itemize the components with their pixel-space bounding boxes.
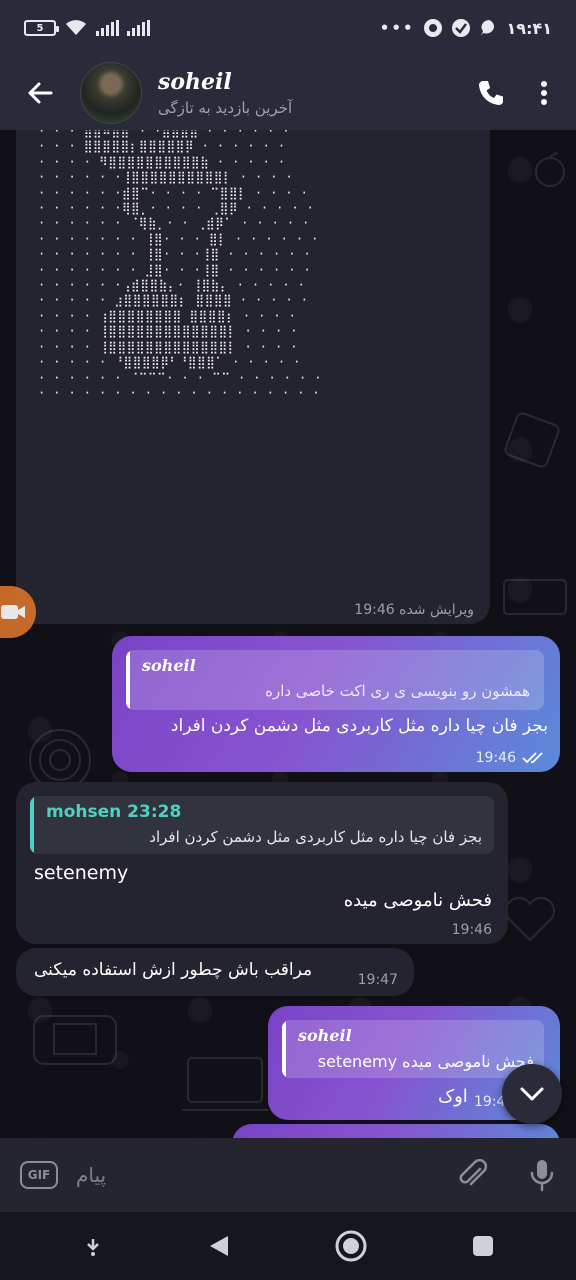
reply-preview[interactable]: mohsen 23:28 بجز فان چیا داره مثل کاربرد…: [30, 796, 494, 854]
back-button[interactable]: [0, 56, 80, 130]
status-bar: 5 ••• ۱۹:۴۱: [0, 0, 576, 56]
hide-keyboard-icon[interactable]: [82, 1235, 104, 1257]
reply-text: بجز فان چیا داره مثل کاربردی مثل دشمن کر…: [149, 828, 482, 846]
message-time: 19:47: [357, 972, 398, 988]
back-nav-icon[interactable]: [208, 1234, 230, 1258]
more-options-icon[interactable]: [540, 80, 548, 106]
home-nav-icon[interactable]: [334, 1229, 368, 1263]
chat-icon: [480, 20, 494, 36]
message-text: بجز فان چیا داره مثل کاربردی مثل دشمن کر…: [170, 716, 548, 736]
message-text: اوک: [438, 1086, 468, 1107]
attachment-icon[interactable]: [458, 1159, 488, 1191]
app-notification-icon: [423, 19, 442, 37]
recents-nav-icon[interactable]: [472, 1235, 494, 1257]
microphone-icon[interactable]: [528, 1158, 556, 1192]
message-input-placeholder: پیام: [76, 1163, 107, 1187]
message-time: 19:46: [451, 922, 492, 938]
status-time: ۱۹:۴۱: [506, 18, 552, 38]
gif-button[interactable]: GIF: [20, 1161, 58, 1189]
message-time: 19:4: [474, 1094, 506, 1110]
wifi-icon: [66, 20, 86, 35]
chat-area[interactable]: · · · ⣿⣿⠿⣿⣿⠁· ·⣿⣿⣿⣿ · · · · · · · · · ⣿⣿…: [0, 130, 576, 1138]
message-time: 19:46: [475, 750, 516, 766]
verified-icon: [451, 19, 470, 37]
background-doodle-icon: [504, 412, 560, 468]
message-meta: ویرایش شده 19:46: [354, 602, 474, 618]
contact-name: soheil: [158, 69, 232, 95]
last-seen-status: آخرین بازدید به تازگی: [158, 99, 293, 117]
incoming-message[interactable]: مراقب باش چطور ازش استفاده میکنی 19:47: [16, 948, 414, 996]
reply-preview[interactable]: soheil فحش ناموصی میده setenemy: [282, 1020, 544, 1078]
background-doodle-icon: [535, 152, 565, 187]
reply-author: mohsen 23:28: [46, 802, 182, 822]
reply-author: soheil: [142, 656, 196, 675]
outgoing-message-partial[interactable]: [232, 1124, 560, 1138]
reply-text: فحش ناموصی میده setenemy: [317, 1052, 534, 1071]
message-text-line2: فحش ناموصی میده: [343, 890, 492, 911]
scroll-down-button[interactable]: [502, 1064, 562, 1124]
arrow-left-icon: [28, 82, 53, 104]
message-input-bar: GIF پیام: [0, 1138, 576, 1212]
ascii-art-message[interactable]: · · · ⣿⣿⠿⣿⣿⠁· ·⣿⣿⣿⣿ · · · · · · · · · ⣿⣿…: [16, 130, 490, 624]
chat-header: soheil آخرین بازدید به تازگی: [0, 56, 576, 130]
background-doodle-icon: [33, 1015, 117, 1065]
system-navigation-bar: [0, 1212, 576, 1280]
outgoing-message[interactable]: soheil همشون رو بنویسی ی ری اکت خاصی دار…: [112, 636, 560, 772]
ascii-art: · · · ⣿⣿⠿⣿⣿⠁· ·⣿⣿⣿⣿ · · · · · · · · · ⣿⣿…: [38, 130, 322, 400]
avatar[interactable]: [80, 62, 142, 124]
signal-icon-2: [127, 20, 150, 36]
background-doodle-icon: [182, 1057, 268, 1111]
message-text-line1: setenemy: [34, 862, 129, 884]
phone-icon[interactable]: [476, 78, 506, 108]
message-text: مراقب باش چطور ازش استفاده میکنی: [34, 960, 313, 980]
background-doodle-icon: [503, 579, 567, 615]
incoming-message[interactable]: mohsen 23:28 بجز فان چیا داره مثل کاربرد…: [16, 782, 508, 944]
video-camera-icon: [1, 605, 25, 619]
battery-icon: 5: [24, 20, 59, 36]
reply-text: همشون رو بنویسی ی ری اکت خاصی داره: [265, 682, 530, 700]
contact-info[interactable]: soheil آخرین بازدید به تازگی: [158, 69, 292, 117]
double-check-icon: [522, 752, 543, 764]
background-doodle-icon: [505, 897, 555, 942]
signal-icon: [96, 20, 119, 36]
chevron-down-icon: [520, 1087, 544, 1101]
more-notifications-icon: •••: [379, 19, 415, 37]
message-input[interactable]: پیام: [76, 1163, 458, 1187]
reply-preview[interactable]: soheil همشون رو بنویسی ی ری اکت خاصی دار…: [126, 650, 544, 710]
reply-author: soheil: [298, 1026, 352, 1045]
battery-level: 5: [36, 22, 44, 34]
